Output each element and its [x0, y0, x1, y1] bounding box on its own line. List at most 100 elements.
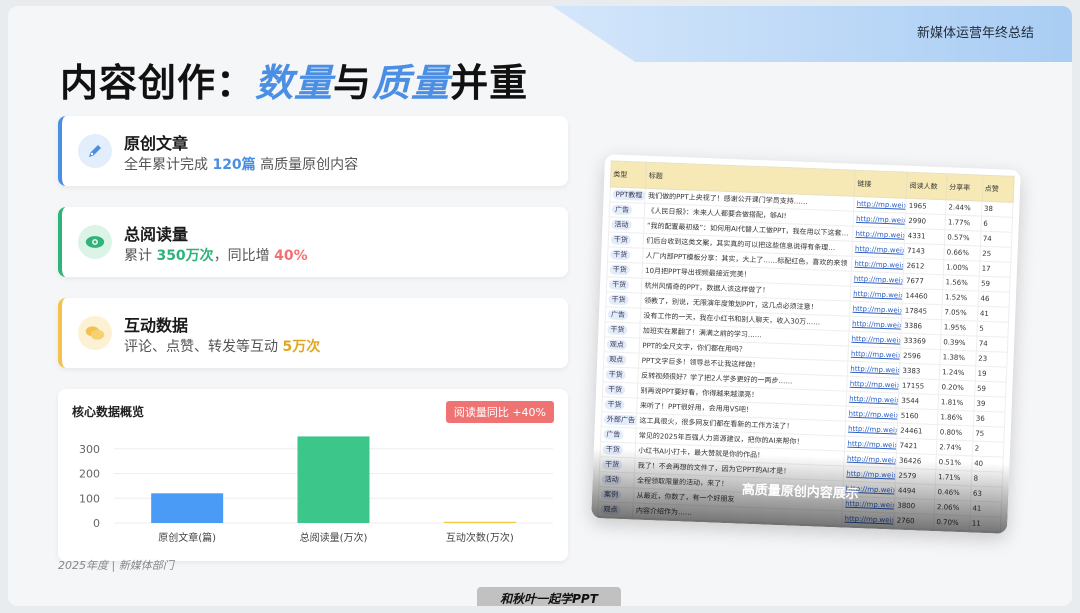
- title-part-2: 与: [333, 61, 373, 105]
- table-cell: 0.66%: [943, 244, 981, 262]
- table-cell: 3386: [901, 318, 942, 335]
- table-cell: 25: [979, 246, 1012, 263]
- table-cell: 0.80%: [937, 424, 974, 441]
- table-cell: 5160: [898, 408, 939, 425]
- table-cell: 59: [974, 381, 1007, 398]
- table-cell: 46: [977, 291, 1010, 308]
- table-cell: 74: [975, 336, 1008, 353]
- table-cell: 干货: [602, 366, 639, 384]
- table-cell: 2612: [903, 258, 944, 275]
- y-tick-label: 0: [93, 517, 100, 530]
- table-cell: 1.95%: [941, 319, 978, 337]
- table-cell: 1965: [906, 198, 947, 215]
- table-header-cell: 点赞: [981, 175, 1015, 203]
- table-cell: 2.44%: [945, 199, 982, 217]
- title-highlight-quantity: 数量: [255, 61, 334, 105]
- table-header-cell: 链接: [854, 170, 908, 199]
- card-original-articles: 原创文章 全年累计完成 120篇 高质量原创内容: [58, 116, 568, 186]
- table-cell: 0.57%: [944, 229, 981, 247]
- table-cell: 14460: [902, 288, 943, 305]
- table-header-cell: 分享率: [946, 173, 983, 202]
- card-subtitle: 累计 350万次，同比增 40%: [124, 248, 308, 264]
- bar: [443, 521, 516, 523]
- title-part-3: 并重: [450, 61, 529, 105]
- table-cell: 74: [980, 231, 1012, 248]
- table-cell: 2990: [905, 213, 946, 230]
- table-cell: 36: [973, 410, 1006, 428]
- table-cell: 17: [978, 261, 1011, 278]
- table-cell: 1.77%: [945, 214, 982, 232]
- table-cell: 1.24%: [939, 364, 976, 382]
- table-cell: 2: [971, 440, 1004, 458]
- table-cell: 观点: [603, 351, 640, 369]
- bar-chart: 0 100 200 300 原创文章(篇) 总阅读量(万次) 互动次数(万次): [79, 436, 553, 544]
- card-total-reads: 总阅读量 累计 350万次，同比增 40%: [58, 207, 568, 277]
- watermark-label: 和秋叶一起学PPT: [477, 587, 621, 606]
- header-corner-label: 新媒体运营年终总结: [916, 26, 1034, 41]
- card-value: 120篇: [212, 157, 256, 173]
- table-cell: 1.81%: [938, 394, 975, 411]
- table-cell: 7677: [903, 273, 944, 290]
- card-growth-value: 40%: [274, 248, 308, 264]
- table-cell: 1.52%: [942, 289, 979, 307]
- table-cell: 干货: [601, 396, 638, 414]
- table-cell: 7143: [904, 243, 945, 260]
- table-cell: 17845: [902, 303, 943, 320]
- table-cell: 干货: [602, 381, 639, 399]
- table-cell: 观点: [604, 336, 641, 354]
- title-part-1: 内容创作：: [60, 61, 256, 105]
- table-cell: 1.38%: [939, 349, 976, 367]
- table-cell: 2596: [900, 348, 941, 365]
- x-tick-label: 总阅读量(万次): [300, 531, 368, 544]
- spreadsheet-screenshot: 类型 标题 链接 阅读人数 分享率 点赞 PPT教程 我们做的PPT上央视了！感谢公开课门学…: [591, 154, 1021, 534]
- table-cell: 1.56%: [942, 274, 979, 292]
- table-cell: 干货: [604, 321, 641, 339]
- table-cell: PPT教程: [609, 186, 646, 204]
- card-title: 原创文章: [124, 134, 189, 153]
- table-cell: 干货: [606, 276, 643, 294]
- table-cell: 干货: [608, 231, 645, 249]
- table-cell: 广告: [605, 306, 642, 324]
- table-cell: 0.39%: [940, 334, 977, 352]
- table-cell: 活动: [608, 216, 645, 234]
- table-cell: 外部广告: [601, 411, 638, 429]
- table-cell: 7.05%: [941, 304, 978, 322]
- card-value: 5万次: [282, 339, 321, 355]
- card-value: 350万次: [156, 248, 214, 264]
- y-tick-label: 300: [79, 443, 100, 456]
- bar: [297, 436, 370, 523]
- eye-icon: [78, 225, 112, 259]
- page-title: 内容创作：数量与质量并重: [60, 52, 528, 107]
- table-cell: 4331: [904, 228, 946, 245]
- table-header-cell: 阅读人数: [906, 172, 948, 200]
- footer-note: 2025年度 | 新媒体部门: [58, 559, 174, 572]
- x-tick-label: 互动次数(万次): [446, 531, 514, 544]
- table-cell: 17155: [899, 378, 940, 395]
- y-tick-label: 100: [79, 492, 100, 505]
- table-cell: 广告: [609, 201, 646, 219]
- table-cell: 2.74%: [936, 439, 973, 456]
- table-cell: 5: [976, 321, 1009, 338]
- card-subtitle: 全年累计完成 120篇 高质量原创内容: [124, 157, 359, 173]
- card-interactions: 互动数据 评论、点赞、转发等互动 5万次: [58, 298, 568, 368]
- table-cell: 6: [980, 216, 1013, 233]
- x-tick-label: 原创文章(篇): [158, 531, 216, 544]
- chat-icon: [78, 316, 112, 350]
- table-cell: 33369: [900, 333, 942, 350]
- card-title: 总阅读量: [124, 225, 189, 244]
- table-cell: 广告: [600, 426, 637, 444]
- table-cell: 干货: [607, 246, 644, 264]
- y-tick-label: 200: [79, 468, 100, 481]
- pen-icon: [78, 134, 112, 168]
- table-cell: 38: [981, 201, 1014, 218]
- table-cell: 39: [973, 395, 1006, 413]
- table-cell: 59: [978, 276, 1011, 293]
- bar: [151, 493, 224, 523]
- table-cell: 3544: [898, 393, 939, 410]
- table-cell: 41: [977, 306, 1010, 323]
- slide: 新媒体运营年终总结 内容创作：数量与质量并重 原创文章 全年累计完成 120篇 …: [8, 6, 1072, 606]
- table-cell: 19: [974, 366, 1007, 383]
- table-cell: 1.00%: [943, 259, 980, 277]
- card-subtitle: 评论、点赞、转发等互动 5万次: [124, 339, 321, 355]
- table-cell: 0.20%: [938, 379, 975, 396]
